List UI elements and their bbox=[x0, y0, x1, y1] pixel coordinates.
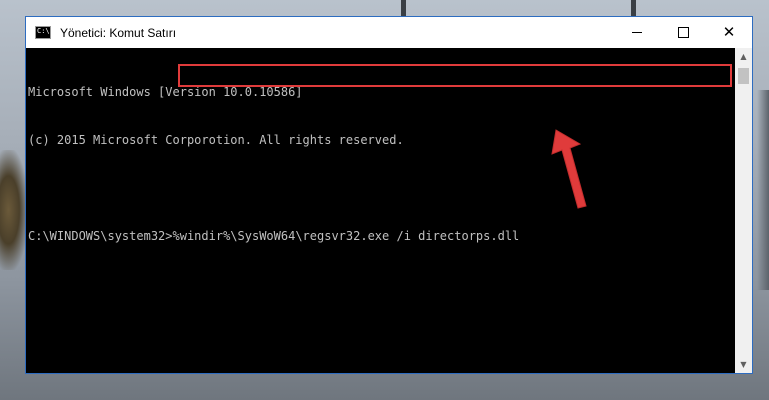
command-text: %windir%\SysWoW64\regsvr32.exe /i direct… bbox=[172, 229, 520, 243]
window-title: Yönetici: Komut Satırı bbox=[60, 25, 177, 40]
vertical-scrollbar[interactable]: ▲ ▼ bbox=[735, 48, 752, 373]
background-plant bbox=[0, 150, 28, 270]
minimize-button[interactable] bbox=[614, 17, 660, 48]
prompt-text: C:\WINDOWS\system32> bbox=[28, 229, 173, 243]
minimize-icon bbox=[632, 32, 642, 33]
command-line: C:\WINDOWS\system32>%windir%\SysWoW64\re… bbox=[28, 228, 735, 244]
console-line: (c) 2015 Microsoft Corporotion. All righ… bbox=[28, 133, 404, 147]
console-output[interactable]: Microsoft Windows [Version 10.0.10586] (… bbox=[26, 48, 735, 373]
scroll-down-icon[interactable]: ▼ bbox=[735, 356, 752, 373]
scroll-thumb[interactable] bbox=[738, 68, 749, 84]
scroll-up-icon[interactable]: ▲ bbox=[735, 48, 752, 65]
annotation-arrow-icon bbox=[551, 129, 587, 209]
maximize-button[interactable] bbox=[660, 17, 706, 48]
close-icon: ✕ bbox=[722, 23, 736, 41]
command-prompt-window: C:\. Yönetici: Komut Satırı ✕ Microsoft … bbox=[25, 16, 753, 374]
background-edge bbox=[757, 90, 769, 290]
close-button[interactable]: ✕ bbox=[706, 17, 752, 48]
title-bar[interactable]: C:\. Yönetici: Komut Satırı ✕ bbox=[26, 17, 752, 48]
maximize-icon bbox=[677, 27, 689, 38]
cmd-icon: C:\. bbox=[35, 26, 54, 39]
command-highlight-box bbox=[178, 64, 732, 87]
